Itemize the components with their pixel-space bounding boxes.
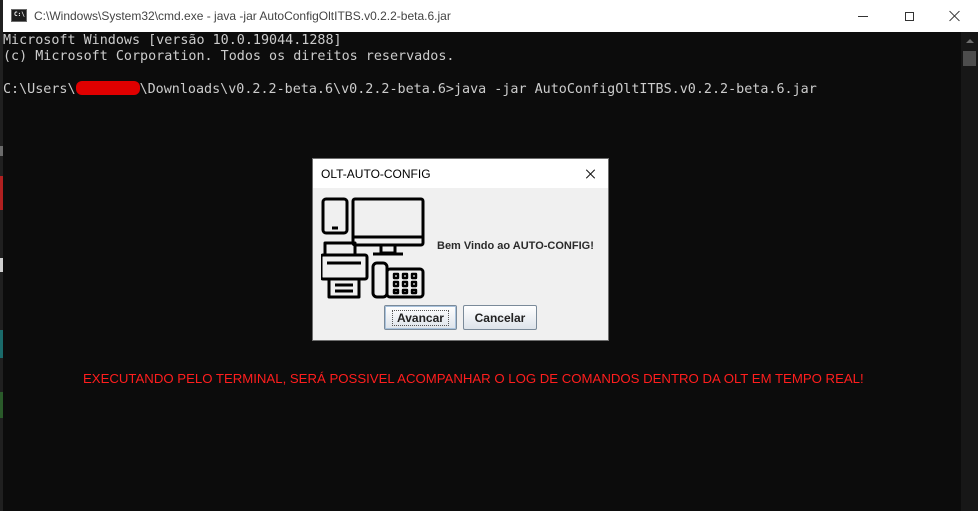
maximize-button[interactable] xyxy=(886,0,932,32)
close-icon xyxy=(949,10,961,22)
next-button-label: Avancar xyxy=(392,309,449,326)
close-icon xyxy=(586,169,596,179)
prompt-prefix: C:\Users\ xyxy=(3,82,76,97)
dialog-titlebar[interactable]: OLT-AUTO-CONFIG xyxy=(313,159,608,188)
window-titlebar[interactable]: C:\ C:\Windows\System32\cmd.exe - java -… xyxy=(3,0,978,32)
close-button[interactable] xyxy=(932,0,978,32)
terminal-line-version: Microsoft Windows [versão 10.0.19044.128… xyxy=(3,33,342,48)
cmd-icon[interactable]: C:\ xyxy=(11,9,27,22)
devices-icon xyxy=(321,197,425,299)
vertical-scrollbar[interactable] xyxy=(961,32,978,511)
terminal-line-copyright: (c) Microsoft Corporation. Todos os dire… xyxy=(3,49,455,64)
dialog-message: Bem Vindo ao AUTO-CONFIG! xyxy=(437,240,594,252)
redacted-username xyxy=(75,81,140,95)
minimize-icon xyxy=(858,15,868,17)
window-title: C:\Windows\System32\cmd.exe - java -jar … xyxy=(34,9,451,23)
scroll-up-arrow-icon[interactable] xyxy=(961,32,978,49)
dialog-close-button[interactable] xyxy=(577,161,605,187)
terminal-notice: EXECUTANDO PELO TERMINAL, SERÁ POSSIVEL … xyxy=(83,371,864,386)
cancel-button[interactable]: Cancelar xyxy=(463,305,537,330)
scroll-thumb[interactable] xyxy=(963,51,976,66)
dialog-title: OLT-AUTO-CONFIG xyxy=(321,167,431,181)
prompt-command: \Downloads\v0.2.2-beta.6\v0.2.2-beta.6>j… xyxy=(139,82,817,97)
next-button[interactable]: Avancar xyxy=(384,305,457,330)
maximize-icon xyxy=(904,11,914,21)
welcome-dialog: OLT-AUTO-CONFIG Bem Vindo ao AUTO-CONFIG… xyxy=(312,158,609,341)
minimize-button[interactable] xyxy=(840,0,886,32)
terminal-command-line: C:\Users\ \Downloads\v0.2.2-beta.6\v0.2.2… xyxy=(3,81,817,98)
